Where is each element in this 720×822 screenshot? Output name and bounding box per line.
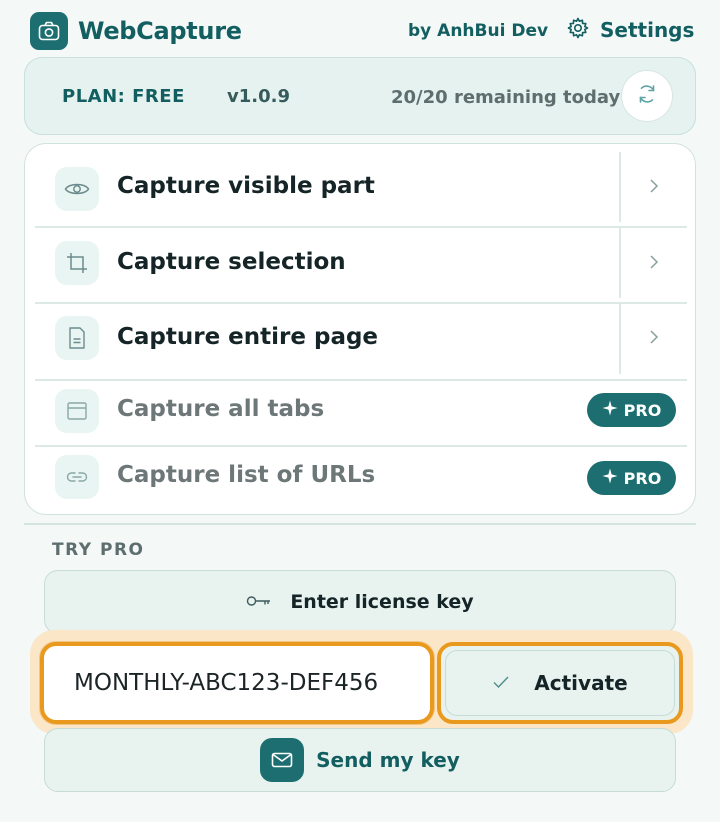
- capture-option-label: Capture selection: [117, 249, 346, 275]
- row-separator: [619, 304, 621, 374]
- document-icon: [55, 316, 99, 360]
- crop-icon: [55, 241, 99, 285]
- section-divider: [24, 523, 696, 525]
- capture-option-label: Capture visible part: [117, 173, 375, 199]
- pro-badge: PRO: [587, 393, 676, 427]
- plan-status-bar: PLAN: FREE v1.0.9 20/20 remaining today: [24, 57, 696, 135]
- gear-icon: [566, 16, 590, 44]
- refresh-icon: [635, 82, 659, 110]
- capture-visible-part-item[interactable]: Capture visible part: [35, 152, 687, 226]
- try-pro-heading: TRY PRO: [52, 540, 145, 560]
- activate-button[interactable]: Activate: [437, 642, 683, 724]
- header: WebCapture by AnhBui Dev Settings: [30, 12, 694, 52]
- capture-selection-item[interactable]: Capture selection: [35, 228, 687, 302]
- plan-label: PLAN: FREE: [62, 86, 185, 107]
- pro-badge: PRO: [587, 461, 676, 495]
- license-key-input[interactable]: [40, 642, 434, 724]
- capture-all-tabs-item[interactable]: Capture all tabs PRO: [35, 381, 687, 445]
- capture-entire-page-item[interactable]: Capture entire page: [35, 304, 687, 378]
- author-byline: by AnhBui Dev: [408, 21, 549, 41]
- key-icon: [246, 593, 272, 612]
- chevron-right-icon: [649, 329, 659, 349]
- chevron-right-icon: [649, 178, 659, 198]
- send-my-key-label: Send my key: [316, 748, 460, 772]
- link-icon: [55, 455, 99, 499]
- chevron-right-icon: [649, 254, 659, 274]
- capture-list-of-urls-item[interactable]: Capture list of URLs PRO: [35, 447, 687, 511]
- version-label: v1.0.9: [227, 86, 290, 107]
- tab-window-icon: [55, 389, 99, 433]
- capture-option-label: Capture list of URLs: [117, 462, 376, 488]
- sparkle-icon: [602, 400, 618, 420]
- sparkle-icon: [602, 468, 618, 488]
- capture-option-label: Capture entire page: [117, 324, 379, 350]
- check-icon: [492, 674, 510, 693]
- remaining-quota: 20/20 remaining today: [391, 87, 621, 108]
- settings-label: Settings: [600, 18, 695, 42]
- activate-label: Activate: [534, 671, 628, 695]
- mail-icon: [260, 738, 305, 782]
- camera-icon: [30, 12, 68, 50]
- app-title: WebCapture: [78, 17, 242, 45]
- row-separator: [619, 152, 621, 222]
- enter-license-key-button[interactable]: Enter license key: [44, 570, 676, 634]
- settings-button[interactable]: Settings: [566, 16, 694, 44]
- row-separator: [619, 228, 621, 298]
- enter-license-key-label: Enter license key: [290, 591, 474, 613]
- eye-icon: [55, 167, 99, 211]
- capture-option-label: Capture all tabs: [117, 396, 325, 422]
- send-my-key-button[interactable]: Send my key: [44, 728, 676, 792]
- capture-options-list: Capture visible part Capture selection C…: [24, 143, 696, 515]
- refresh-button[interactable]: [621, 70, 673, 122]
